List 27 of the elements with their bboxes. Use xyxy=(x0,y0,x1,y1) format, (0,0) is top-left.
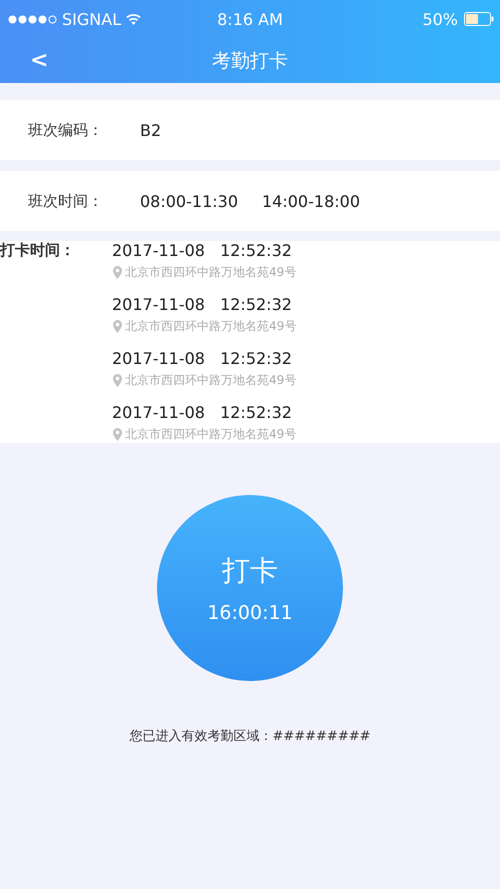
page-title: 考勤打卡 xyxy=(212,48,288,74)
punch-address: 北京市西四环中路万地名苑49号 xyxy=(125,372,296,389)
punch-address: 北京市西四环中路万地名苑49号 xyxy=(125,318,296,335)
punch-in-button[interactable]: 打卡 16:00:11 xyxy=(157,495,343,681)
punch-address: 北京市西四环中路万地名苑49号 xyxy=(125,426,296,443)
location-pin-icon xyxy=(112,266,123,279)
location-pin-icon xyxy=(112,320,123,333)
punch-address: 北京市西四环中路万地名苑49号 xyxy=(125,264,296,281)
shift-time-label: 班次时间： xyxy=(28,192,104,210)
battery-percentage: 50% xyxy=(422,10,458,28)
punch-datetime: 2017-11-08 12:52:32 xyxy=(112,403,293,422)
battery-icon xyxy=(464,12,494,26)
shift-code-value: B2 xyxy=(140,120,162,140)
area-notice: 您已进入有效考勤区域：######### xyxy=(129,728,371,745)
carrier-name: SIGNAL xyxy=(62,10,122,28)
signal-strength-icon xyxy=(8,14,58,24)
location-pin-icon xyxy=(112,428,123,441)
shift-time-range: 08:00-11:30 xyxy=(140,192,238,210)
status-time: 8:16 AM xyxy=(217,10,283,28)
location-pin-icon xyxy=(112,374,123,387)
punch-datetime: 2017-11-08 12:52:32 xyxy=(112,295,293,314)
shift-code-label: 班次编码： xyxy=(28,120,104,140)
shift-time-range: 14:00-18:00 xyxy=(262,192,360,210)
punch-datetime: 2017-11-08 12:52:32 xyxy=(112,241,293,260)
back-button[interactable]: < xyxy=(26,48,52,73)
wifi-icon xyxy=(125,13,142,25)
punch-datetime: 2017-11-08 12:52:32 xyxy=(112,349,293,368)
